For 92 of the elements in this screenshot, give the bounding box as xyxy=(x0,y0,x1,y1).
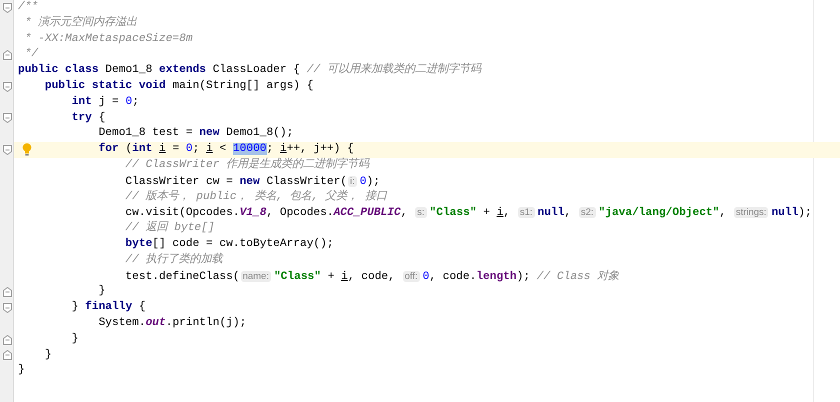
code-text: j = xyxy=(98,96,119,108)
keyword: int xyxy=(132,143,152,156)
code-comment: // 可以用来加载类的二进制字节码 xyxy=(306,64,481,76)
keyword: for xyxy=(98,143,119,156)
variable-name: i xyxy=(341,270,348,283)
code-comment: * -XX:MaxMetaspaceSize=8m xyxy=(24,32,193,45)
code-text: + xyxy=(483,207,490,220)
string-literal: "Class" xyxy=(430,207,477,220)
variable-name: i xyxy=(496,207,504,220)
keyword: public static void xyxy=(44,80,166,92)
code-text: , xyxy=(564,207,572,220)
code-text: , code. xyxy=(429,270,476,283)
constant-name: ACC_PUBLIC xyxy=(334,207,401,220)
code-text: { xyxy=(98,112,106,124)
variable-name: i xyxy=(280,143,287,156)
variable-name: i xyxy=(206,143,213,156)
number-literal: 0 xyxy=(360,176,366,188)
code-text: ( xyxy=(125,143,132,156)
code-text: { xyxy=(138,301,146,314)
code-text: main(String[] args) { xyxy=(172,80,314,92)
code-text: } xyxy=(72,332,78,345)
variable-name: i xyxy=(159,143,166,156)
code-text: , Opcodes. xyxy=(266,207,334,220)
parameter-hint: name: xyxy=(240,270,271,282)
code-text: ClassWriter( xyxy=(266,176,348,188)
fold-icon[interactable] xyxy=(2,82,12,92)
code-text: test.defineClass( xyxy=(125,270,240,283)
code-text: = xyxy=(172,143,180,156)
code-text: ClassLoader { xyxy=(212,64,300,76)
code-text: ); xyxy=(798,207,812,220)
code-text: ClassWriter cw = xyxy=(125,176,233,188)
code-text: ); xyxy=(516,270,530,283)
code-text: ; xyxy=(192,143,200,156)
keyword: public class xyxy=(18,64,99,76)
code-text: , xyxy=(719,207,726,220)
code-text: < xyxy=(220,143,226,156)
constant-name: V1_8 xyxy=(240,207,266,220)
code-comment: // ClassWriter 作用是生成类的二进制字节码 xyxy=(125,158,370,171)
code-text: + xyxy=(328,270,334,283)
fold-icon[interactable] xyxy=(2,2,12,13)
code-comment: /** xyxy=(18,1,38,13)
fold-icon[interactable] xyxy=(2,145,12,156)
code-text: , code, xyxy=(348,270,395,283)
keyword: finally xyxy=(85,301,132,314)
code-comment: * 演示元空间内存溢出 xyxy=(24,16,138,29)
code-text: ; xyxy=(132,96,139,108)
code-comment: */ xyxy=(24,48,38,60)
field-name: length xyxy=(476,270,517,283)
code-text: } xyxy=(72,301,78,314)
code-comment: // Class 对象 xyxy=(536,270,620,283)
constant-name: out xyxy=(146,316,166,329)
code-text: [] code = cw.toByteArray(); xyxy=(152,238,334,250)
code-text: , xyxy=(503,207,510,220)
string-literal: "Class" xyxy=(274,270,321,283)
number-literal: 0 xyxy=(422,270,430,283)
number-literal: 0 xyxy=(125,96,132,108)
code-text: } xyxy=(44,348,52,361)
parameter-hint: s: xyxy=(415,207,427,218)
code-text: } xyxy=(98,285,106,298)
code-text: Demo1_8 test = xyxy=(98,127,193,140)
code-text: , xyxy=(400,207,408,220)
code-text: Demo1_8 xyxy=(105,64,152,76)
fold-icon[interactable] xyxy=(2,303,12,314)
keyword: try xyxy=(72,112,92,124)
code-comment: // 返回 byte[] xyxy=(125,222,215,234)
code-text: ++, j++) { xyxy=(286,143,354,156)
code-text: ); xyxy=(366,176,380,188)
keyword: int xyxy=(72,96,92,108)
code-text: cw.visit(Opcodes. xyxy=(125,207,240,220)
keyword: new xyxy=(199,127,220,140)
parameter-hint: s2: xyxy=(578,207,596,218)
parameter-hint: i: xyxy=(348,176,357,187)
fold-icon[interactable] xyxy=(2,113,12,124)
keyword: null xyxy=(538,207,564,220)
code-text: ; xyxy=(266,143,274,156)
keyword: byte xyxy=(125,238,152,250)
parameter-hint: s1: xyxy=(518,207,535,218)
parameter-hint: strings: xyxy=(734,207,768,218)
number-literal: 0 xyxy=(186,143,193,156)
keyword: extends xyxy=(159,64,206,76)
keyword: null xyxy=(771,207,798,220)
code-text: .println(j); xyxy=(166,316,246,329)
code-comment: // 执行了类的加载 xyxy=(125,254,223,266)
lightbulb-icon[interactable] xyxy=(22,143,32,156)
string-literal: "java/lang/Object" xyxy=(598,207,720,220)
parameter-hint: off: xyxy=(402,270,420,282)
code-text: Demo1_8(); xyxy=(226,127,294,140)
code-text: System. xyxy=(98,316,146,329)
keyword: new xyxy=(240,176,260,188)
code-text: } xyxy=(18,364,25,376)
selected-text: 10000 xyxy=(232,143,267,156)
code-comment: // 版本号， public， 类名, 包名, 父类， 接口 xyxy=(125,190,387,203)
